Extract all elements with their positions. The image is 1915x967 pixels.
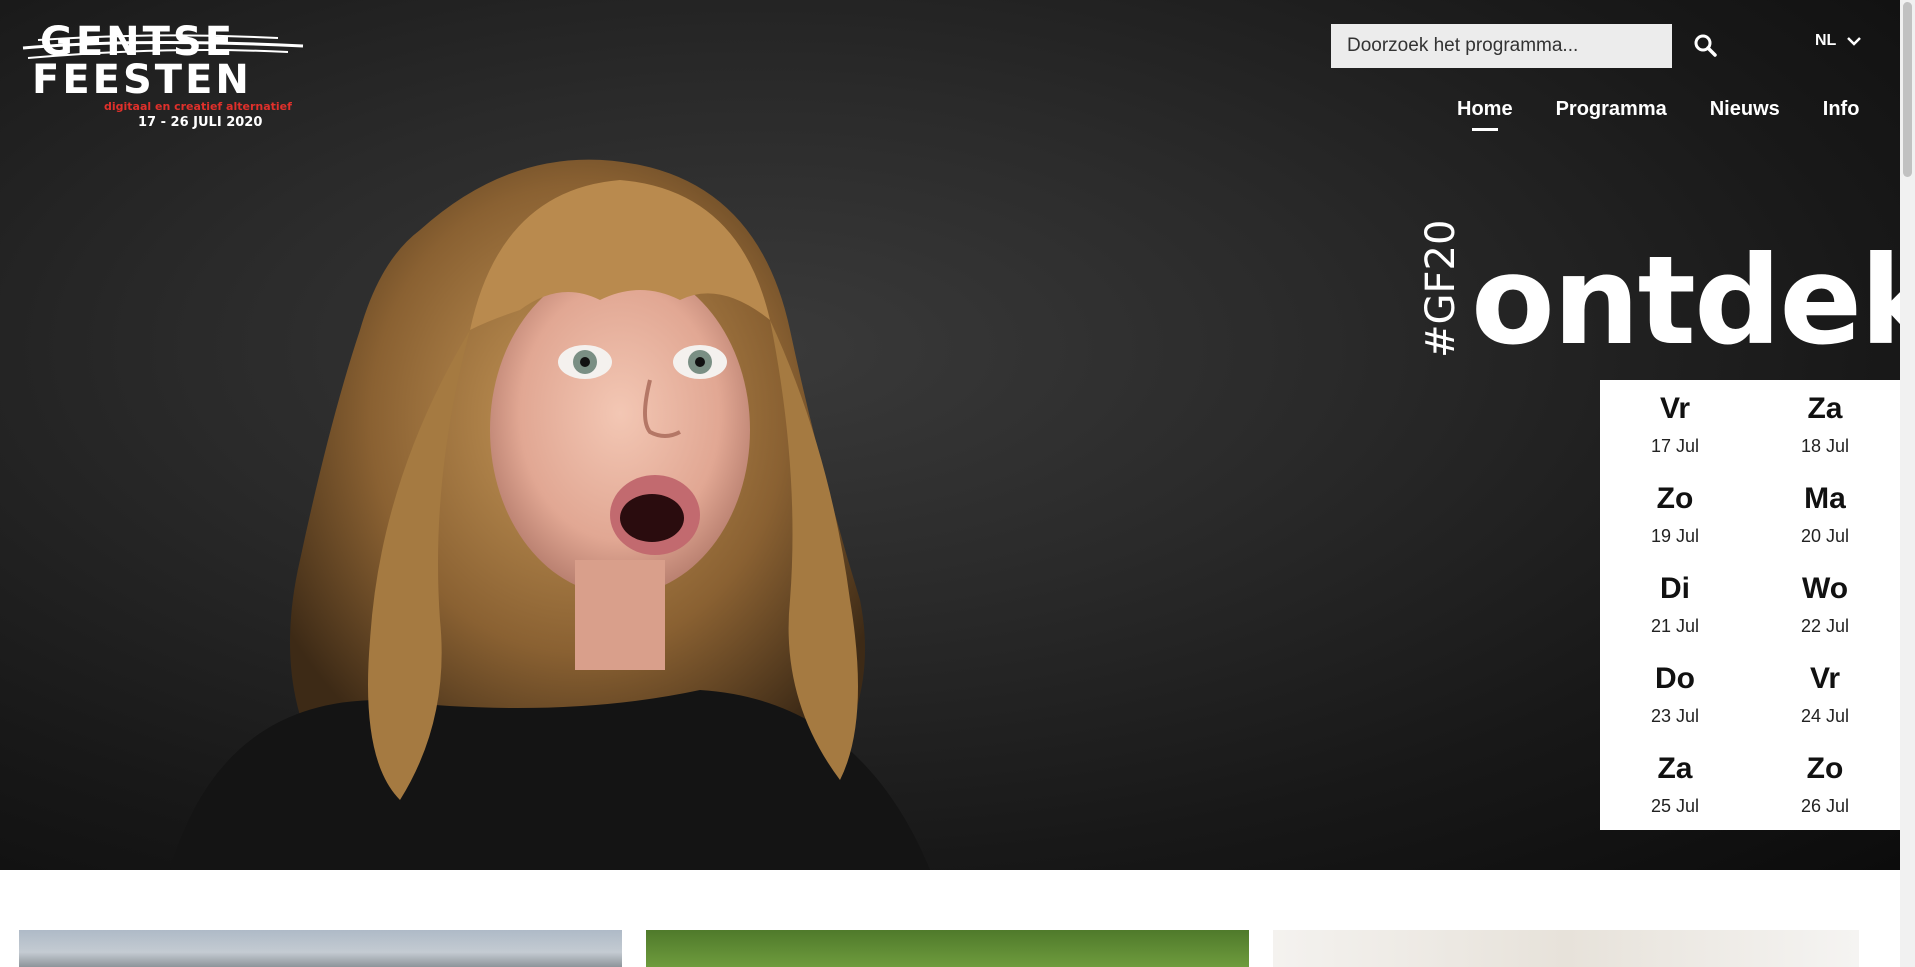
calendar-day[interactable]: Wo 22 Jul bbox=[1750, 560, 1900, 650]
logo-line-1: GENTSE bbox=[40, 19, 236, 65]
calendar-day[interactable]: Vr 24 Jul bbox=[1750, 650, 1900, 740]
language-selector[interactable]: NL bbox=[1815, 32, 1862, 50]
article-card[interactable] bbox=[1273, 930, 1859, 967]
article-card[interactable] bbox=[646, 930, 1249, 967]
calendar-day[interactable]: Do 23 Jul bbox=[1600, 650, 1750, 740]
calendar-day[interactable]: Zo 26 Jul bbox=[1750, 740, 1900, 830]
main-nav: Home Programma Nieuws Info bbox=[1457, 98, 1859, 121]
hero-headline: ontdek bbox=[1471, 230, 1900, 372]
nav-info[interactable]: Info bbox=[1823, 98, 1860, 121]
article-card[interactable] bbox=[19, 930, 622, 967]
gentse-feesten-logo[interactable]: GENTSE FEESTEN digitaal en creatief alte… bbox=[18, 18, 308, 133]
calendar-day[interactable]: Vr 17 Jul bbox=[1600, 380, 1750, 470]
search-input[interactable] bbox=[1331, 24, 1672, 68]
search-icon bbox=[1694, 34, 1717, 57]
hero-banner: GENTSE FEESTEN digitaal en creatief alte… bbox=[0, 0, 1900, 870]
chevron-down-icon bbox=[1847, 37, 1862, 46]
calendar-day[interactable]: Zo 19 Jul bbox=[1600, 470, 1750, 560]
scrollbar-thumb[interactable] bbox=[1903, 2, 1912, 177]
calendar-day[interactable]: Di 21 Jul bbox=[1600, 560, 1750, 650]
search-button[interactable] bbox=[1690, 30, 1722, 62]
hashtag: #GF20 bbox=[1418, 219, 1464, 358]
logo-line-2: FEESTEN bbox=[32, 57, 252, 103]
nav-home[interactable]: Home bbox=[1457, 98, 1513, 121]
nav-nieuws[interactable]: Nieuws bbox=[1710, 98, 1780, 121]
festival-calendar: Vr 17 Jul Za 18 Jul Zo 19 Jul Ma 20 Jul Di 21… bbox=[1600, 380, 1900, 830]
logo-dates: 17 - 26 JULI 2020 bbox=[138, 115, 263, 130]
logo-tagline: digitaal en creatief alternatief bbox=[104, 100, 292, 113]
page-scrollbar[interactable] bbox=[1900, 0, 1915, 967]
calendar-day[interactable]: Za 25 Jul bbox=[1600, 740, 1750, 830]
calendar-day[interactable]: Ma 20 Jul bbox=[1750, 470, 1900, 560]
nav-programma[interactable]: Programma bbox=[1556, 98, 1667, 121]
calendar-day[interactable]: Za 18 Jul bbox=[1750, 380, 1900, 470]
language-label: NL bbox=[1815, 32, 1837, 49]
